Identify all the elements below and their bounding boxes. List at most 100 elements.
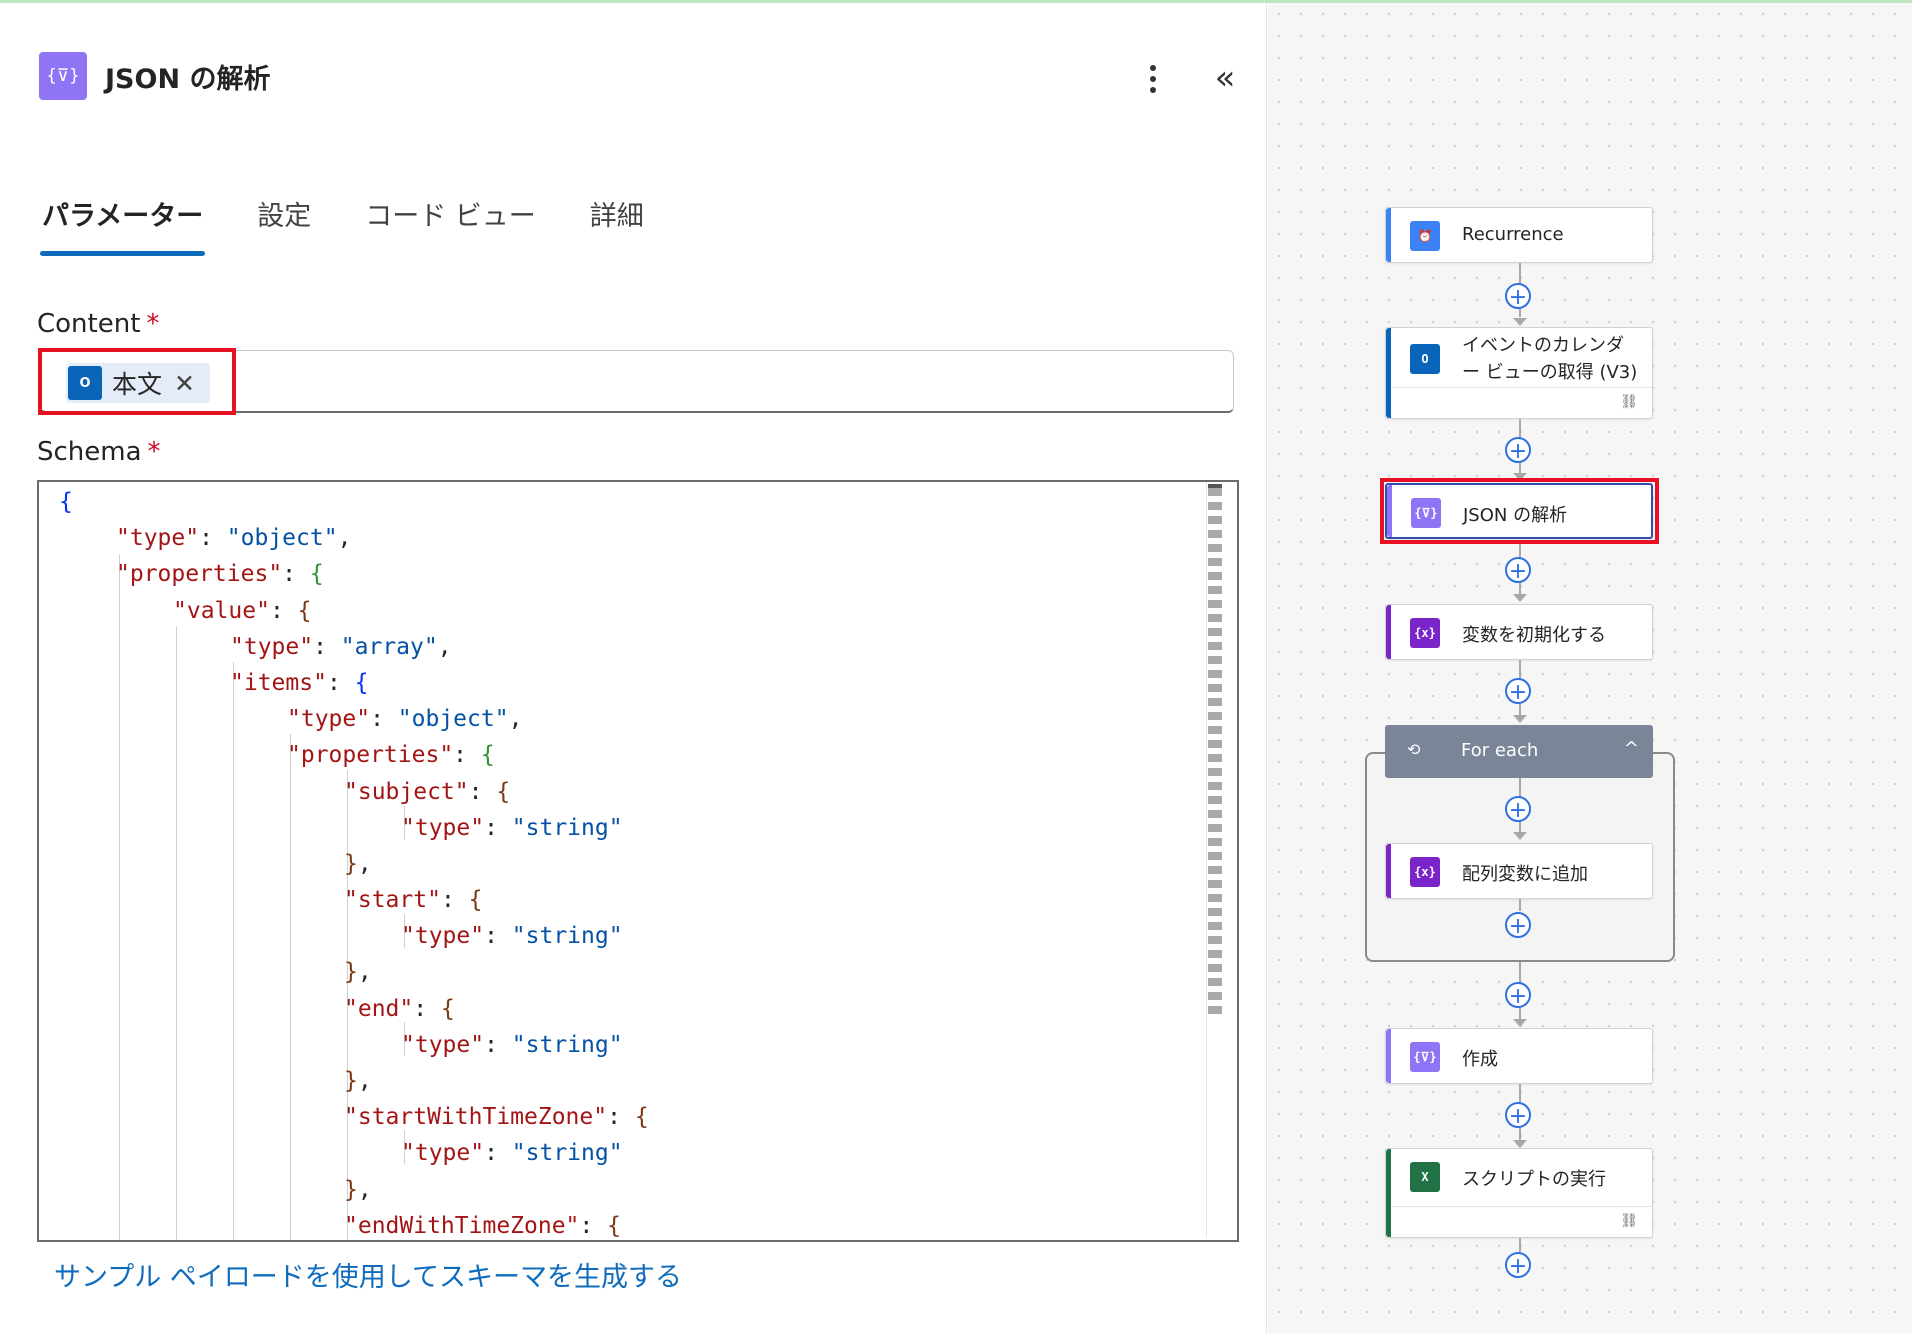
data-operation-icon: {⊽}	[1410, 1042, 1440, 1072]
code-token: :	[313, 633, 341, 660]
code-token: {	[480, 742, 495, 769]
code-line: },	[59, 846, 649, 882]
code-token: "properties"	[116, 561, 283, 588]
flow-canvas[interactable]	[1268, 3, 1912, 1333]
code-token: "string"	[511, 923, 623, 950]
code-token: ,	[337, 525, 352, 552]
code-token: "string"	[511, 814, 623, 841]
code-token: "endWithTimeZone"	[344, 1212, 580, 1239]
add-step-plus-icon[interactable]: +	[1505, 796, 1531, 823]
code-token: "type"	[401, 1140, 485, 1167]
code-token: {	[607, 1212, 621, 1239]
connection-link-icon: ⛓	[1620, 1213, 1638, 1229]
arrow-down-icon	[1513, 1140, 1527, 1148]
code-token: "properties"	[287, 742, 454, 769]
code-line: "subject": {	[59, 774, 649, 810]
code-token: "type"	[401, 1031, 485, 1058]
code-line: "start": {	[59, 882, 649, 918]
arrow-down-icon	[1513, 594, 1527, 602]
node-label: スクリプトの実行	[1462, 1169, 1606, 1190]
code-token: :	[484, 923, 512, 950]
more-options-icon[interactable]	[1135, 61, 1171, 97]
node-accent	[1386, 208, 1391, 262]
schema-editor[interactable]: { "type": "object", "properties": { "value"…	[37, 480, 1239, 1242]
code-token: ,	[508, 706, 523, 733]
connector	[1519, 1238, 1521, 1252]
highlight-box-content-token	[38, 348, 236, 415]
code-line: "type": "array",	[59, 629, 649, 665]
node-append-to-array[interactable]: {x} 配列変数に追加	[1385, 843, 1653, 899]
add-step-plus-icon[interactable]: +	[1505, 1102, 1531, 1129]
tab-code-view[interactable]: コード ビュー	[363, 186, 538, 256]
code-line: "type": "object",	[59, 520, 649, 556]
code-token: {	[59, 489, 73, 515]
node-divider	[1392, 1206, 1652, 1207]
node-compose[interactable]: {⊽} 作成	[1385, 1028, 1653, 1084]
code-token: "value"	[173, 597, 270, 624]
code-token: {	[309, 561, 324, 588]
node-recurrence[interactable]: ⏰ Recurrence	[1385, 207, 1653, 263]
code-token: "start"	[344, 887, 441, 914]
code-token: ,	[357, 850, 372, 877]
code-token: "type"	[401, 923, 485, 950]
code-line: },	[59, 1063, 649, 1099]
editor-minimap[interactable]	[1208, 488, 1222, 1018]
required-mark: *	[147, 437, 161, 467]
collapse-chevron-icon[interactable]: ^	[1624, 738, 1639, 759]
add-step-plus-icon[interactable]: +	[1505, 283, 1531, 310]
generate-schema-link[interactable]: サンプル ペイロードを使用してスキーマを生成する	[54, 1255, 682, 1294]
code-line: },	[59, 1172, 649, 1208]
node-initialize-variable[interactable]: {x} 変数を初期化する	[1385, 604, 1653, 660]
parse-json-icon: {⊽}	[39, 52, 87, 100]
node-accent	[1386, 1029, 1391, 1083]
code-line: "items": {	[59, 665, 649, 701]
code-token: :	[484, 1140, 512, 1167]
add-step-plus-icon[interactable]: +	[1505, 982, 1531, 1009]
code-token: "startWithTimeZone"	[344, 1104, 608, 1131]
add-step-plus-icon[interactable]: +	[1505, 678, 1531, 705]
code-token: ,	[357, 959, 372, 986]
node-get-calendar-view[interactable]: O イベントのカレンダ ー ビューの取得 (V3) ⛓	[1385, 327, 1653, 419]
action-details-panel: {⊽} JSON の解析 « パラメーター 設定 コード ビュー 詳細 Cont…	[0, 3, 1267, 1333]
code-token: "type"	[116, 525, 200, 552]
add-step-plus-icon[interactable]: +	[1505, 912, 1531, 939]
node-label: イベントのカレンダ ー ビューの取得 (V3)	[1462, 332, 1637, 386]
add-step-plus-icon[interactable]: +	[1505, 1252, 1531, 1279]
arrow-down-icon	[1513, 318, 1527, 326]
code-token: :	[484, 814, 512, 841]
node-label: 配列変数に追加	[1462, 864, 1588, 885]
node-run-script[interactable]: X スクリプトの実行 ⛓	[1385, 1148, 1653, 1238]
node-divider	[1392, 387, 1652, 388]
code-token: {	[354, 669, 369, 696]
node-label: 作成	[1462, 1049, 1498, 1070]
node-foreach[interactable]: ⟲ For each ^	[1385, 725, 1653, 778]
collapse-panel-icon[interactable]: «	[1205, 58, 1245, 98]
tab-settings[interactable]: 設定	[255, 186, 313, 256]
tab-parameters[interactable]: パラメーター	[40, 186, 206, 256]
code-line: "type": "object",	[59, 701, 649, 737]
code-token: :	[326, 669, 355, 696]
code-token: :	[440, 887, 469, 914]
node-accent	[1386, 328, 1391, 418]
add-step-plus-icon[interactable]: +	[1505, 437, 1531, 464]
add-step-plus-icon[interactable]: +	[1505, 557, 1531, 584]
arrow-down-icon	[1513, 715, 1527, 723]
outlook-icon: O	[1410, 344, 1440, 374]
clock-icon: ⏰	[1410, 221, 1440, 251]
node-label-line: ー ビューの取得 (V3)	[1462, 362, 1638, 383]
schema-code[interactable]: { "type": "object", "properties": { "value"…	[59, 484, 649, 1240]
required-mark: *	[146, 309, 160, 339]
schema-label: Schema *	[37, 437, 161, 467]
code-token: {	[634, 1104, 649, 1131]
tab-details[interactable]: 詳細	[588, 186, 646, 256]
code-token: }	[344, 850, 358, 877]
code-token: :	[269, 597, 298, 624]
editor-scroll-thumb[interactable]	[1208, 484, 1222, 488]
code-token: :	[453, 742, 481, 769]
code-token: :	[484, 1031, 512, 1058]
node-label: 変数を初期化する	[1462, 625, 1606, 646]
code-token: }	[344, 959, 358, 986]
code-line: },	[59, 954, 649, 990]
code-line: "type": "string"	[59, 918, 649, 954]
code-token: "subject"	[344, 778, 469, 805]
